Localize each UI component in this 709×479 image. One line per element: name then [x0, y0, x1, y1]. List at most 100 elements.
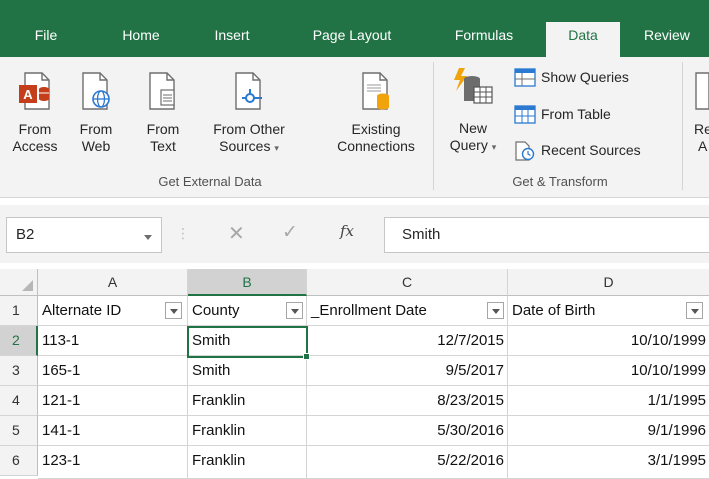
- row-header-4[interactable]: 4: [0, 386, 38, 416]
- row-header-1[interactable]: 1: [0, 296, 38, 326]
- table-cell[interactable]: 9/1/1996: [508, 416, 709, 446]
- row-header-6[interactable]: 6: [0, 446, 38, 476]
- filter-dropdown-icon[interactable]: [487, 302, 504, 319]
- refresh-label-2: A: [698, 138, 708, 154]
- table-header-alternate-id[interactable]: Alternate ID: [38, 296, 188, 326]
- refresh-all-button-partial[interactable]: Re A: [694, 71, 709, 155]
- table-cell[interactable]: Franklin: [188, 386, 307, 416]
- formula-value: Smith: [402, 226, 441, 243]
- row-header-2[interactable]: 2: [0, 326, 38, 356]
- formula-input[interactable]: Smith: [384, 217, 709, 253]
- existing-connections-icon: [326, 71, 426, 115]
- ribbon-tab-bar: File Home Insert Page Layout Formulas Da…: [0, 0, 709, 57]
- formula-bar-grip-icon[interactable]: ⋮: [176, 225, 190, 242]
- table-header-county[interactable]: County: [188, 296, 307, 326]
- new-query-label-1: New: [458, 120, 487, 136]
- refresh-label-1: Re: [694, 121, 709, 137]
- filter-dropdown-icon[interactable]: [286, 302, 303, 319]
- new-query-button[interactable]: New Query ▾: [440, 65, 506, 156]
- new-query-icon: [440, 65, 506, 115]
- from-web-label-2: Web: [81, 138, 111, 154]
- table-cell[interactable]: 5/30/2016: [307, 416, 508, 446]
- svg-text:A: A: [23, 87, 33, 102]
- formula-bar: B2 ⋮ ✕ ✓ fx Smith: [0, 205, 709, 263]
- table-header-date-of-birth[interactable]: Date of Birth: [508, 296, 709, 326]
- table-cell[interactable]: Smith: [188, 356, 307, 386]
- group-label-get-external-data: Get External Data: [158, 174, 262, 189]
- tab-file[interactable]: File: [18, 22, 74, 57]
- from-other-sources-label-1: From Other: [213, 121, 285, 137]
- fill-handle[interactable]: [303, 353, 310, 360]
- table-cell[interactable]: Franklin: [188, 416, 307, 446]
- table-cell[interactable]: 165-1: [38, 356, 188, 386]
- row-header-5[interactable]: 5: [0, 416, 38, 446]
- table-cell[interactable]: 123-1: [38, 446, 188, 479]
- table-cell[interactable]: 3/1/1995: [508, 446, 709, 479]
- tab-formulas[interactable]: Formulas: [434, 22, 534, 57]
- row-header-3[interactable]: 3: [0, 356, 38, 386]
- from-web-button[interactable]: From Web: [74, 71, 118, 155]
- name-box-value: B2: [16, 226, 35, 243]
- chevron-down-icon[interactable]: [143, 229, 153, 247]
- ribbon-data: A From Access From Web From Text From Ot…: [0, 57, 709, 198]
- header-text: County: [192, 302, 240, 319]
- table-cell[interactable]: 12/7/2015: [307, 326, 508, 356]
- existing-connections-label-2: Connections: [337, 138, 415, 154]
- from-table-label: From Table: [541, 106, 611, 122]
- table-cell[interactable]: 113-1: [38, 326, 188, 356]
- show-queries-button[interactable]: Show Queries: [514, 66, 664, 88]
- table-cell[interactable]: 5/22/2016: [307, 446, 508, 479]
- existing-connections-button[interactable]: Existing Connections: [326, 71, 426, 155]
- table-cell[interactable]: Franklin: [188, 446, 307, 479]
- fx-label: fx: [340, 222, 355, 240]
- column-header-c[interactable]: C: [307, 269, 508, 296]
- from-table-icon: [514, 105, 536, 131]
- column-header-d[interactable]: D: [508, 269, 709, 296]
- tab-data[interactable]: Data: [546, 22, 620, 57]
- from-other-sources-button[interactable]: From Other Sources ▾: [200, 71, 298, 157]
- show-queries-label: Show Queries: [541, 69, 629, 85]
- header-text: Date of Birth: [512, 302, 596, 319]
- table-cell[interactable]: 8/23/2015: [307, 386, 508, 416]
- column-header-a[interactable]: A: [38, 269, 188, 296]
- table-cell[interactable]: 141-1: [38, 416, 188, 446]
- table-cell[interactable]: 1/1/1995: [508, 386, 709, 416]
- column-header-b[interactable]: B: [188, 269, 307, 296]
- from-text-label-1: From: [146, 121, 180, 137]
- table-header-enrollment-date[interactable]: _Enrollment Date: [307, 296, 508, 326]
- recent-sources-button[interactable]: Recent Sources: [514, 139, 674, 161]
- cancel-icon[interactable]: ✕: [228, 221, 245, 246]
- table-cell[interactable]: 9/5/2017: [307, 356, 508, 386]
- header-text: Alternate ID: [42, 302, 122, 319]
- from-access-label-1: From: [18, 121, 52, 137]
- ribbon-group-divider: [433, 62, 434, 190]
- table-cell[interactable]: 121-1: [38, 386, 188, 416]
- from-access-button[interactable]: A From Access: [8, 71, 62, 155]
- table-cell[interactable]: 10/10/1999: [508, 326, 709, 356]
- existing-connections-label-1: Existing: [351, 121, 401, 137]
- insert-function-icon[interactable]: fx: [340, 222, 354, 240]
- from-other-sources-label-text: Sources: [219, 138, 271, 154]
- recent-sources-label: Recent Sources: [541, 142, 641, 158]
- chevron-down-icon: ▾: [491, 142, 497, 152]
- worksheet-grid: A B C D 1 2 3 4 5 6 Alternate ID County …: [0, 269, 709, 479]
- tab-insert[interactable]: Insert: [196, 22, 268, 57]
- name-box[interactable]: B2: [6, 217, 162, 253]
- from-table-button[interactable]: From Table: [514, 103, 664, 125]
- tab-page-layout[interactable]: Page Layout: [292, 22, 412, 57]
- enter-check-icon[interactable]: ✓: [282, 221, 298, 244]
- other-sources-icon: [200, 71, 298, 115]
- table-cell[interactable]: Smith: [188, 326, 307, 356]
- table-cell[interactable]: 10/10/1999: [508, 356, 709, 386]
- tab-home[interactable]: Home: [103, 22, 179, 57]
- recent-sources-icon: [514, 141, 536, 167]
- filter-dropdown-icon[interactable]: [686, 302, 703, 319]
- filter-dropdown-icon[interactable]: [165, 302, 182, 319]
- from-web-label-1: From: [79, 121, 113, 137]
- chevron-down-icon: ▾: [274, 143, 279, 153]
- from-text-button[interactable]: From Text: [140, 71, 186, 155]
- tab-review[interactable]: Review: [634, 22, 709, 57]
- select-all-button[interactable]: [0, 269, 38, 296]
- from-access-label-2: Access: [12, 138, 58, 154]
- refresh-icon: [694, 71, 709, 115]
